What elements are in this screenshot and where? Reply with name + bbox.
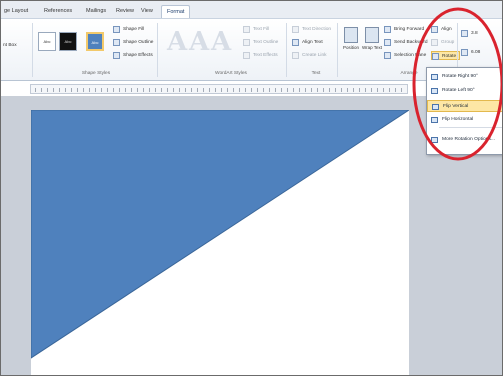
wordart-style-1[interactable]: A (167, 27, 187, 57)
tab-format[interactable]: Format (161, 5, 191, 18)
effects-icon (113, 52, 120, 59)
triangle-shape[interactable] (31, 110, 409, 376)
text-fill-icon (243, 26, 250, 33)
link-icon (292, 52, 299, 59)
align-text-button[interactable]: Align Text (292, 38, 323, 47)
tab-references[interactable]: References (39, 5, 77, 18)
tab-view[interactable]: View (136, 5, 158, 18)
text-outline-button[interactable]: Text Outline (243, 38, 278, 47)
menu-flip-horizontal[interactable]: Flip Horizontal (427, 114, 502, 126)
menu-more-rotation-options[interactable]: More Rotation Options... (427, 134, 502, 146)
shape-style-swatch-black[interactable]: Abc (59, 32, 77, 51)
rotation-options-icon (431, 137, 438, 143)
text-direction-icon (292, 26, 299, 33)
menu-rotate-right-90[interactable]: Rotate Right 90° (427, 71, 502, 83)
shape-height-field[interactable]: 3.8 (461, 29, 478, 38)
wrap-text-icon (365, 27, 379, 43)
menu-rotate-left-90[interactable]: Rotate Left 90° (427, 85, 502, 97)
align-text-icon (292, 39, 299, 46)
horizontal-ruler[interactable] (30, 84, 408, 94)
text-fill-button[interactable]: Text Fill (243, 25, 269, 34)
shape-style-swatch-white[interactable]: Abc (38, 32, 56, 51)
text-outline-icon (243, 39, 250, 46)
shape-styles-label: Shape Styles (81, 71, 111, 76)
tab-review[interactable]: Review (111, 5, 139, 18)
group-button[interactable]: Group (431, 38, 454, 47)
rotate-icon (432, 53, 439, 60)
text-group-label: Text (311, 71, 321, 76)
wordart-style-3[interactable]: A (211, 27, 231, 57)
flip-vertical-icon (432, 104, 439, 110)
wordart-style-2[interactable]: A (189, 27, 209, 57)
send-backward-button[interactable]: Send Backward (384, 38, 428, 47)
send-backward-icon (384, 39, 391, 46)
selection-pane-button[interactable]: Selection Pane (384, 51, 426, 60)
align-icon (431, 26, 438, 33)
word-window: ge Layout References Mailings Review Vie… (0, 0, 503, 376)
shape-fill-button[interactable]: Shape Fill (113, 25, 144, 34)
tab-page-layout[interactable]: ge Layout (1, 5, 33, 18)
text-direction-button[interactable]: Text Direction (292, 25, 331, 34)
create-link-button[interactable]: Create Link (292, 51, 327, 60)
text-effects-icon (243, 52, 250, 59)
text-effects-button[interactable]: Text Effects (243, 51, 278, 60)
wrap-text-button[interactable]: Wrap Text (361, 25, 383, 69)
flip-horizontal-icon (431, 117, 438, 123)
rotate-right-icon (431, 74, 438, 80)
position-icon (344, 27, 358, 43)
shape-effects-button[interactable]: Shape Effects (113, 51, 153, 60)
pen-icon (113, 39, 120, 46)
selection-pane-icon (384, 52, 391, 59)
bring-forward-icon (384, 26, 391, 33)
arrange-label: Arrange (400, 71, 418, 76)
shape-style-swatch-blue[interactable]: Abc (86, 32, 104, 51)
tab-mailings[interactable]: Mailings (81, 5, 111, 18)
width-icon (461, 49, 468, 56)
text-box-button[interactable] (1, 27, 11, 36)
ribbon-tabs: ge Layout References Mailings Review Vie… (1, 1, 502, 19)
group-icon (431, 39, 438, 46)
draw-text-box-button[interactable]: nt Box (1, 41, 17, 50)
rotate-button[interactable]: Rotate (431, 51, 461, 60)
paint-bucket-icon (113, 26, 120, 33)
position-button[interactable]: Position (340, 25, 362, 69)
menu-flip-vertical[interactable]: Flip Vertical (427, 100, 502, 112)
height-icon (461, 30, 468, 37)
rotate-left-icon (431, 88, 438, 94)
align-button[interactable]: Align (431, 25, 452, 34)
shape-outline-button[interactable]: Shape Outline (113, 38, 153, 47)
document-page[interactable] (31, 110, 409, 376)
rotate-dropdown-menu: Rotate Right 90° Rotate Left 90° Flip Ve… (426, 67, 502, 155)
wordart-styles-label: WordArt Styles (215, 71, 247, 76)
bring-forward-button[interactable]: Bring Forward (384, 25, 424, 34)
shape-width-field[interactable]: 6.08 (461, 48, 480, 57)
